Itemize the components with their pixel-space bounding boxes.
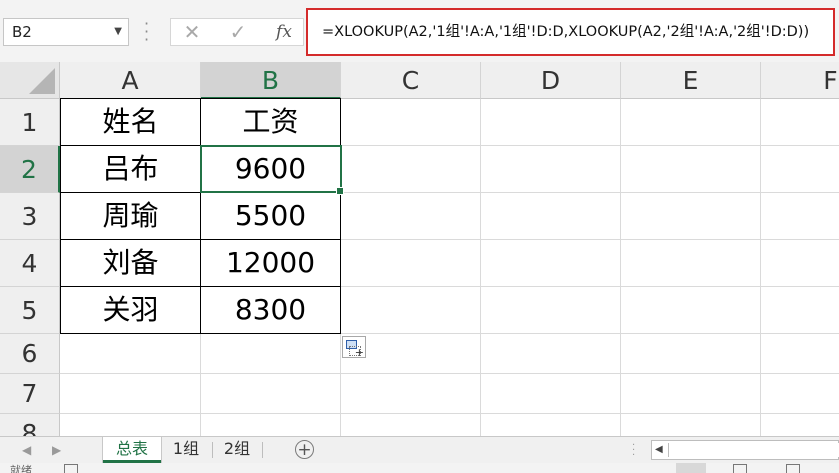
grid-cell[interactable] — [621, 240, 761, 287]
add-sheet-icon[interactable]: + — [295, 440, 314, 459]
grid-cell[interactable] — [201, 334, 341, 374]
row-header-5[interactable]: 5 — [0, 287, 60, 334]
worksheet-grid: A B C D E F 1 2 3 4 5 6 7 8 姓名 工资 吕布 960… — [0, 62, 839, 436]
cell-b4[interactable]: 12000 — [201, 240, 341, 287]
grid-cell[interactable] — [761, 146, 839, 193]
row-header-6[interactable]: 6 — [0, 334, 60, 374]
grid-cell[interactable] — [761, 374, 839, 414]
grid-cell[interactable] — [341, 374, 481, 414]
row-header-1[interactable]: 1 — [0, 99, 60, 146]
next-sheet-icon[interactable]: ▶ — [52, 437, 61, 463]
select-all-button[interactable] — [0, 62, 60, 99]
cell-a1[interactable]: 姓名 — [60, 98, 201, 146]
resize-handle-icon[interactable]: · · · — [144, 16, 154, 48]
grid-cell[interactable] — [761, 287, 839, 334]
cell-b1[interactable]: 工资 — [201, 98, 341, 146]
cell-a2[interactable]: 吕布 — [60, 146, 201, 193]
column-header-d[interactable]: D — [481, 62, 621, 99]
tab-divider — [212, 442, 213, 458]
row-header-3[interactable]: 3 — [0, 193, 60, 240]
grid-cell[interactable] — [341, 99, 481, 146]
cell-a4[interactable]: 刘备 — [60, 240, 201, 287]
sheet-tab-summary[interactable]: 总表 — [103, 437, 161, 463]
grid-cell[interactable] — [621, 193, 761, 240]
normal-view-button[interactable] — [676, 463, 706, 473]
macro-record-icon[interactable] — [64, 464, 78, 473]
row-header-7[interactable]: 7 — [0, 374, 60, 414]
grid-cell[interactable] — [761, 99, 839, 146]
column-header-b[interactable]: B — [201, 62, 341, 99]
cell-a3[interactable]: 周瑜 — [60, 193, 201, 240]
cancel-icon[interactable]: ✕ — [177, 19, 207, 45]
formula-input[interactable]: =XLOOKUP(A2,'1组'!A:A,'1组'!D:D,XLOOKUP(A2… — [306, 8, 835, 56]
grid-cell[interactable] — [761, 193, 839, 240]
cell-b3[interactable]: 5500 — [201, 193, 341, 240]
enter-icon[interactable]: ✓ — [223, 19, 253, 45]
grid-cell[interactable] — [60, 334, 201, 374]
grid-cell[interactable] — [621, 334, 761, 374]
grid-cell[interactable] — [60, 414, 201, 436]
column-header-f[interactable]: F — [761, 62, 839, 99]
grid-cell[interactable] — [481, 334, 621, 374]
grid-cell[interactable] — [481, 240, 621, 287]
name-box[interactable]: B2 ▼ — [3, 18, 129, 46]
grid-cell[interactable] — [341, 287, 481, 334]
grid-cell[interactable] — [341, 193, 481, 240]
column-header-a[interactable]: A — [60, 62, 201, 99]
grid-cell[interactable] — [481, 146, 621, 193]
grid-cell[interactable] — [621, 414, 761, 436]
page-layout-view-icon[interactable] — [733, 464, 747, 473]
grid-cell[interactable] — [60, 374, 201, 414]
grid-cell[interactable] — [621, 146, 761, 193]
status-ready-text: 就绪 — [10, 464, 32, 473]
grid-cell[interactable] — [341, 146, 481, 193]
formula-bar: B2 ▼ · · · ✕ ✓ fx =XLOOKUP(A2,'1组'!A:A,'1组… — [0, 0, 839, 62]
grid-cell[interactable] — [481, 193, 621, 240]
cell-b5[interactable]: 8300 — [201, 287, 341, 334]
grid-cell[interactable] — [621, 374, 761, 414]
column-header-c[interactable]: C — [341, 62, 481, 99]
scroll-left-icon[interactable]: ◀ — [655, 441, 663, 459]
sheet-tab-group2[interactable]: 2组 — [214, 437, 260, 463]
grid-cell[interactable] — [201, 414, 341, 436]
grid-cell[interactable] — [481, 374, 621, 414]
row-header-2[interactable]: 2 — [0, 146, 60, 193]
grid-cell[interactable] — [341, 240, 481, 287]
page-break-view-icon[interactable] — [786, 464, 800, 473]
name-box-value: B2 — [12, 23, 32, 41]
grid-cell[interactable] — [481, 414, 621, 436]
horizontal-scrollbar[interactable]: ◀ — [651, 440, 839, 460]
sheet-tabs-bar: ◀ ▶ 总表 1组 2组 + · · · ◀ — [0, 436, 839, 463]
grid-cell[interactable] — [481, 99, 621, 146]
grid-cell[interactable] — [481, 287, 621, 334]
grid-cell[interactable] — [761, 334, 839, 374]
tab-divider — [262, 442, 263, 458]
paste-options-icon[interactable]: + — [342, 336, 366, 359]
row-header-4[interactable]: 4 — [0, 240, 60, 287]
formula-buttons: ✕ ✓ fx — [170, 18, 304, 46]
grid-cell[interactable] — [621, 99, 761, 146]
grid-cell[interactable] — [341, 414, 481, 436]
tab-split-handle-icon[interactable]: · · · — [632, 441, 635, 461]
sheet-tab-group1[interactable]: 1组 — [163, 437, 209, 463]
grid-cell[interactable] — [201, 374, 341, 414]
row-header-8[interactable]: 8 — [0, 414, 60, 436]
cell-b2[interactable]: 9600 — [201, 146, 341, 193]
status-bar: 就绪 — [0, 463, 839, 473]
grid-cell[interactable] — [761, 414, 839, 436]
grid-cell[interactable] — [761, 240, 839, 287]
scrollbar-thumb[interactable] — [668, 443, 839, 457]
cell-a5[interactable]: 关羽 — [60, 287, 201, 334]
chevron-down-icon[interactable]: ▼ — [114, 19, 122, 45]
insert-function-icon[interactable]: fx — [269, 19, 299, 45]
grid-cell[interactable] — [621, 287, 761, 334]
prev-sheet-icon[interactable]: ◀ — [22, 437, 31, 463]
column-header-e[interactable]: E — [621, 62, 761, 99]
